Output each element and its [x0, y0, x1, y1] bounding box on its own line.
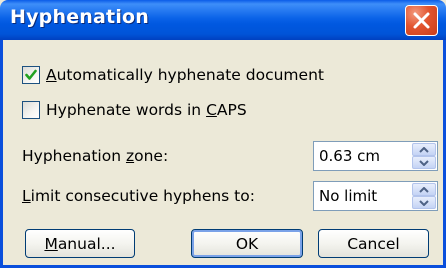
limit-consecutive-decrease-button[interactable] — [412, 196, 436, 209]
auto-hyphenate-option[interactable]: Automatically hyphenate document — [22, 64, 324, 86]
hyphenate-caps-label[interactable]: Hyphenate words in CAPS — [46, 101, 247, 119]
auto-hyphenate-checkbox[interactable] — [22, 66, 40, 84]
limit-consecutive-label: Limit consecutive hyphens to: — [22, 187, 255, 205]
close-icon — [413, 12, 430, 29]
limit-consecutive-increase-button[interactable] — [412, 183, 436, 196]
arrow-up-icon — [419, 187, 429, 193]
arrow-up-icon — [419, 147, 429, 153]
hyphenation-dialog: Hyphenation Automatically hyphenate docu… — [0, 0, 446, 268]
checkmark-icon — [25, 69, 37, 80]
hyphenation-zone-spinner[interactable]: 0.63 cm — [313, 141, 438, 171]
hyphenation-zone-value[interactable]: 0.63 cm — [319, 147, 380, 165]
hyphenate-caps-checkbox[interactable] — [22, 101, 40, 119]
title-bar[interactable]: Hyphenation — [0, 0, 446, 40]
hyphenate-caps-option[interactable]: Hyphenate words in CAPS — [22, 99, 247, 121]
arrow-down-icon — [419, 200, 429, 206]
cancel-button[interactable]: Cancel — [318, 229, 429, 258]
hyphenation-zone-label: Hyphenation zone: — [22, 147, 169, 165]
auto-hyphenate-label[interactable]: Automatically hyphenate document — [46, 66, 324, 84]
hyphenation-zone-increase-button[interactable] — [412, 143, 436, 156]
limit-consecutive-value[interactable]: No limit — [319, 187, 377, 205]
manual-button[interactable]: Manual... — [25, 229, 135, 258]
ok-button[interactable]: OK — [191, 229, 303, 258]
hyphenation-zone-spin-buttons — [412, 143, 436, 169]
limit-consecutive-spinner[interactable]: No limit — [313, 181, 438, 211]
hyphenation-zone-decrease-button[interactable] — [412, 156, 436, 169]
close-button[interactable] — [405, 5, 438, 36]
dialog-title: Hyphenation — [10, 6, 150, 28]
window-frame-left — [0, 40, 3, 268]
limit-consecutive-spin-buttons — [412, 183, 436, 209]
arrow-down-icon — [419, 160, 429, 166]
